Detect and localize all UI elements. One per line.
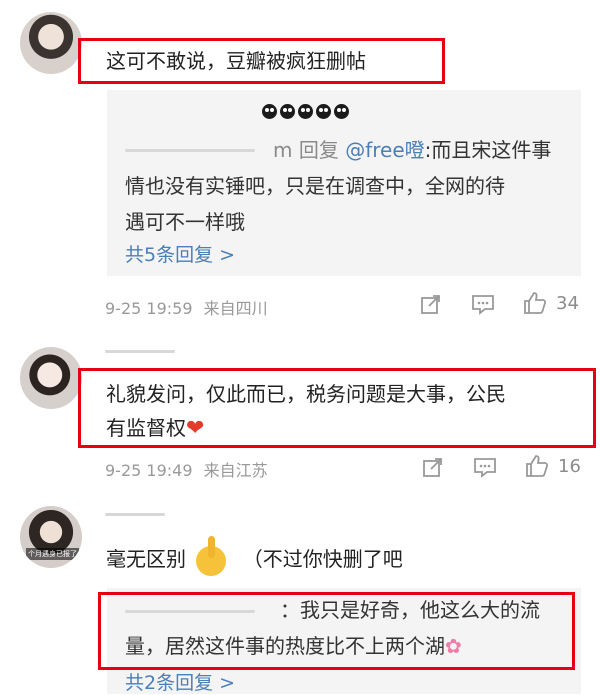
more-replies-link[interactable]: 共2条回复 > [125,668,235,695]
avatar[interactable]: 个月遇身已报了 [20,506,82,568]
reply-text: m 回复 @free噔:而且宋这件事 [273,138,552,162]
user-mention[interactable]: @free噔 [345,138,424,162]
username-blur [105,513,165,516]
comment-meta: 9-25 19:49 来自江苏 [105,457,268,481]
emoji-icon [334,104,349,119]
shush-emoji [196,535,227,576]
avatar[interactable] [20,12,82,74]
username-blur [105,350,175,353]
comment-location: 来自四川 [203,299,268,318]
emoji-icon [262,104,277,119]
like-icon[interactable] [523,291,547,315]
avatar-caption: 个月遇身已报了 [26,548,79,560]
comment-date: 9-25 19:49 [105,461,193,480]
emoji-icon [316,104,331,119]
more-replies-link[interactable]: 共5条回复 > [125,240,235,267]
highlight-box [98,592,575,670]
comment-text-line: 有监督权❤ [106,416,205,441]
like-count: 16 [558,456,581,477]
reply-box[interactable]: m 回复 @free噔:而且宋这件事 情也没有实锤吧，只是在调查中，全网的待 遇… [107,90,581,276]
heart-emoji: ❤ [186,416,205,441]
share-icon[interactable] [422,456,444,478]
like-icon[interactable] [525,454,549,478]
reply-text-line: 情也没有实锤吧，只是在调查中，全网的待 [125,174,505,198]
emoji-row [262,102,352,120]
reply-text-line: 遇可不一样哦 [125,210,245,234]
comment-text: 礼貌发问，仅此而已，税务问题是大事，公民 [106,382,506,406]
comment-location: 来自江苏 [203,461,268,480]
comment-date: 9-25 19:59 [105,299,193,318]
emoji-icon [298,104,313,119]
comment-text: 毫无区别 （不过你快删了吧 [106,535,403,576]
comment-icon[interactable] [473,456,497,478]
avatar[interactable] [20,347,82,409]
comment-meta: 9-25 19:59 来自四川 [105,295,268,319]
emoji-icon [280,104,295,119]
comment-text: 这可不敢说，豆瓣被疯狂删帖 [106,49,366,73]
comment-icon[interactable] [471,293,495,315]
share-icon[interactable] [420,293,442,315]
like-count: 34 [556,293,579,314]
